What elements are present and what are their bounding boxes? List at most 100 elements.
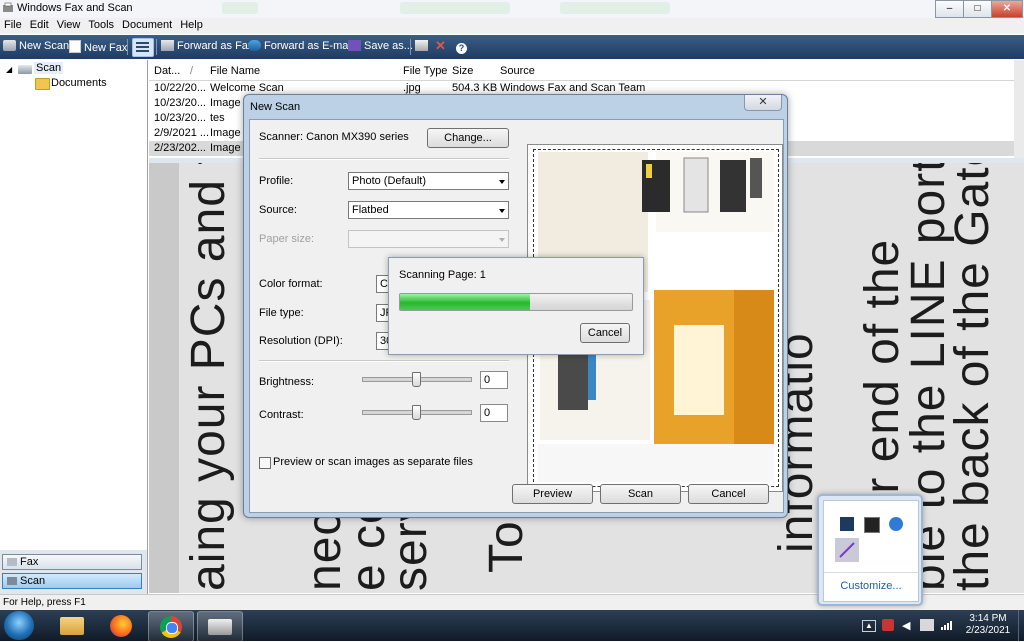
change-scanner-button[interactable]: Change...: [427, 128, 509, 148]
row-date: 2/9/2021 ...: [154, 127, 210, 139]
toolbar-separator: [410, 39, 411, 55]
taskbar-chrome[interactable]: [148, 611, 194, 642]
pen-app-icon[interactable]: [835, 538, 859, 562]
navigation-pane: ◢ Scan Documents: [0, 60, 148, 550]
forward-as-email-button[interactable]: Forward as E-mail: [248, 40, 353, 52]
start-button[interactable]: [4, 611, 34, 640]
tray-app-icon[interactable]: [882, 619, 894, 631]
dialog-title: New Scan: [250, 101, 301, 113]
background-window-ghost: [560, 2, 670, 14]
menu-view[interactable]: View: [53, 18, 85, 31]
tree-item-scan[interactable]: Scan: [34, 62, 64, 74]
network-app-icon[interactable]: [889, 517, 903, 531]
forward-fax-icon: [161, 40, 174, 51]
preview-text: aing your PCs and the: [182, 163, 235, 591]
collapse-arrow-icon[interactable]: ◢: [6, 65, 12, 74]
taskbar: ▲ ◀ 3:14 PM 2/23/2021: [0, 610, 1024, 642]
row-date: 10/22/20...: [154, 82, 206, 94]
scan-button[interactable]: Scan: [600, 484, 681, 504]
divider: [259, 360, 509, 362]
scanner-icon: [18, 65, 32, 74]
brightness-slider-thumb[interactable]: [412, 372, 421, 387]
save-as-button[interactable]: Save as...: [348, 40, 413, 52]
fax-scan-app-icon: [3, 2, 13, 12]
row-date: 2/23/202...: [154, 142, 206, 154]
taskbar-explorer[interactable]: [50, 611, 94, 640]
maximize-button[interactable]: □: [963, 0, 992, 18]
fax-icon: [69, 40, 81, 53]
contrast-input[interactable]: 0: [480, 404, 508, 422]
column-file-type[interactable]: File Type: [403, 65, 447, 77]
scanning-status: Scanning Page: 1: [399, 269, 486, 281]
scan-progress-fill: [400, 294, 530, 310]
display-app-icon[interactable]: [864, 517, 880, 533]
print-button[interactable]: [415, 40, 431, 52]
menu-bar: File Edit View Tools Document Help: [0, 18, 1024, 34]
dialog-close-button[interactable]: ✕: [744, 95, 782, 111]
taskbar-fax-scan[interactable]: [197, 611, 243, 642]
column-source[interactable]: Source: [500, 65, 535, 77]
monitor-app-icon[interactable]: [840, 517, 854, 531]
progress-cancel-button[interactable]: Cancel: [580, 323, 630, 343]
contrast-label: Contrast:: [259, 409, 304, 421]
column-file-name[interactable]: File Name: [210, 65, 260, 77]
scan-view-button[interactable]: Scan: [2, 573, 142, 589]
menu-file[interactable]: File: [0, 18, 26, 31]
profile-select[interactable]: Photo (Default): [348, 172, 509, 190]
row-source: Windows Fax and Scan Team: [500, 82, 646, 94]
profile-label: Profile:: [259, 175, 294, 187]
column-size[interactable]: Size: [452, 65, 473, 77]
delete-button[interactable]: ✕: [435, 38, 446, 54]
menu-edit[interactable]: Edit: [26, 18, 53, 31]
background-window-ghost: [222, 2, 258, 14]
column-date[interactable]: Dat...: [154, 65, 180, 77]
volume-icon[interactable]: ◀: [902, 619, 914, 632]
row-size: 504.3 KB: [452, 82, 498, 94]
show-desktop-button[interactable]: [1018, 610, 1024, 641]
folder-icon: [35, 78, 50, 90]
tree-item-documents[interactable]: Documents: [51, 77, 107, 89]
profile-value: Photo (Default): [352, 175, 426, 187]
toolbar: New Scan New Fax Forward as Fax Forward …: [0, 35, 1024, 59]
help-button[interactable]: ?: [456, 40, 470, 54]
resolution-label: Resolution (DPI):: [259, 335, 343, 347]
scanner-icon: [3, 40, 16, 51]
signal-icon[interactable]: [940, 619, 954, 631]
tray-icons-panel: Customize...: [823, 500, 919, 602]
row-date: 10/23/20...: [154, 112, 206, 124]
chevron-down-icon: [499, 238, 505, 242]
list-view-icon: [136, 42, 149, 53]
notification-tray-popup: Customize...: [817, 494, 923, 606]
network-icon[interactable]: [920, 619, 934, 631]
save-disk-icon: [348, 40, 361, 51]
preview-button[interactable]: Preview: [512, 484, 593, 504]
new-fax-button[interactable]: New Fax: [69, 40, 127, 54]
list-scrollbar[interactable]: [1014, 60, 1024, 158]
new-scan-button[interactable]: New Scan: [3, 40, 69, 52]
window-titlebar: Windows Fax and Scan – □ ✕: [0, 0, 1024, 19]
taskbar-clock[interactable]: 3:14 PM 2/23/2021: [960, 613, 1016, 637]
menu-help[interactable]: Help: [176, 18, 207, 31]
menu-tools[interactable]: Tools: [84, 18, 118, 31]
row-name: Image: [210, 97, 241, 109]
scan-progress-dialog: Scanning Page: 1 Cancel: [388, 257, 644, 355]
forward-as-fax-button[interactable]: Forward as Fax: [161, 40, 253, 52]
row-name: Image (: [210, 127, 248, 139]
cancel-button[interactable]: Cancel: [688, 484, 769, 504]
separate-files-checkbox[interactable]: [259, 457, 271, 469]
contrast-slider-thumb[interactable]: [412, 405, 421, 420]
status-text: For Help, press F1: [3, 597, 86, 608]
fax-view-button[interactable]: Fax: [2, 554, 142, 570]
minimize-button[interactable]: –: [935, 0, 964, 18]
row-name: Welcome Scan: [210, 82, 284, 94]
close-window-button[interactable]: ✕: [991, 0, 1023, 18]
view-toggle-button[interactable]: [132, 38, 154, 57]
fax-scan-icon: [208, 619, 232, 635]
brightness-input[interactable]: 0: [480, 371, 508, 389]
customize-link[interactable]: Customize...: [824, 580, 918, 592]
show-hidden-icons-button[interactable]: ▲: [862, 620, 876, 632]
toolbar-separator: [156, 39, 157, 55]
source-select[interactable]: Flatbed: [348, 201, 509, 219]
menu-document[interactable]: Document: [118, 18, 176, 31]
taskbar-firefox[interactable]: [99, 611, 143, 640]
